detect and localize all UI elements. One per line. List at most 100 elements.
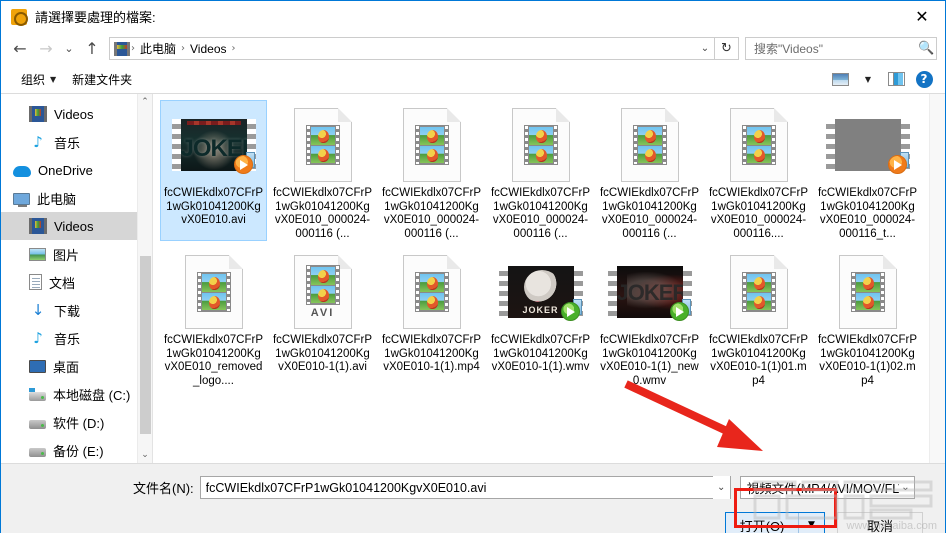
sidebar-item-9[interactable]: 桌面 (1, 352, 152, 380)
file-thumbnail: AVI (275, 250, 371, 334)
video-thumbnail (498, 266, 583, 321)
file-type-filter[interactable]: 視頻文件(MP4/AVI/MOV/FLV, ⌄ (739, 476, 915, 499)
breadcrumb-item-this-pc[interactable]: 此电脑 (136, 40, 180, 57)
file-name-label: fcCWIEkdlx07CFrP1wGk01041200KgvX0E010_00… (599, 187, 700, 240)
open-dropdown-icon[interactable]: ▼ (798, 513, 824, 533)
sidebar-item-8[interactable]: ♪ 音乐 (1, 324, 152, 352)
file-thumbnail (275, 103, 371, 187)
address-bar[interactable]: › 此电脑 › Videos › ⌄ (109, 37, 715, 60)
new-folder-button[interactable]: 新建文件夹 (64, 68, 140, 91)
open-button-label[interactable]: 打开(O) (726, 513, 798, 533)
view-layout-button[interactable] (827, 68, 853, 90)
file-type-filter-value: 視頻文件(MP4/AVI/MOV/FLV, (746, 482, 900, 496)
desktop-icon (29, 359, 46, 373)
file-thumbnail (166, 103, 262, 187)
sidebar-item-12[interactable]: 备份 (E:) (1, 436, 152, 463)
file-name-label: fcCWIEkdlx07CFrP1wGk01041200KgvX0E010_00… (490, 187, 591, 240)
search-icon[interactable]: 🔍 (918, 41, 934, 56)
generic-file-icon (184, 255, 243, 329)
file-item[interactable]: fcCWIEkdlx07CFrP1wGk01041200KgvX0E010_00… (814, 100, 921, 241)
up-icon[interactable]: ↑ (79, 36, 105, 62)
file-item[interactable]: fcCWIEkdlx07CFrP1wGk01041200KgvX0E010-1(… (378, 247, 485, 388)
close-button[interactable]: ✕ (899, 2, 945, 32)
downloads-icon: ↓ (31, 301, 45, 319)
file-item[interactable]: fcCWIEkdlx07CFrP1wGk01041200KgvX0E010-1(… (596, 247, 703, 388)
file-item[interactable]: fcCWIEkdlx07CFrP1wGk01041200KgvX0E010_re… (160, 247, 267, 388)
file-item[interactable]: fcCWIEkdlx07CFrP1wGk01041200KgvX0E010_00… (378, 100, 485, 241)
search-box[interactable]: 🔍 (745, 37, 937, 60)
filmstrip-icon (305, 125, 340, 165)
chevron-down-icon: ▼ (864, 74, 872, 84)
file-item[interactable]: fcCWIEkdlx07CFrP1wGk01041200KgvX0E010_00… (705, 100, 812, 241)
file-name-label: fcCWIEkdlx07CFrP1wGk01041200KgvX0E010_00… (272, 187, 373, 240)
button-row: 打开(O) ▼ 取消 (1, 499, 945, 533)
file-open-dialog: 請選擇要處理的檔案: ✕ ← → ⌄ ↑ › 此电脑 › Videos › ⌄ … (0, 0, 946, 533)
file-list-scrollbar[interactable] (929, 94, 945, 463)
breadcrumb-item-videos[interactable]: Videos (186, 42, 230, 56)
file-thumbnail (602, 103, 698, 187)
filename-input[interactable] (199, 476, 731, 499)
file-item[interactable]: fcCWIEkdlx07CFrP1wGk01041200KgvX0E010_00… (269, 100, 376, 241)
file-thumbnail (602, 250, 698, 334)
videos-folder-icon (114, 41, 130, 56)
open-button[interactable]: 打开(O) ▼ (725, 512, 825, 533)
sidebar-item-3[interactable]: 此电脑 (1, 184, 152, 212)
file-name-label: fcCWIEkdlx07CFrP1wGk01041200KgvX0E010-1(… (708, 334, 809, 387)
sidebar-item-11[interactable]: 软件 (D:) (1, 408, 152, 436)
video-library-icon (29, 218, 47, 234)
organize-button[interactable]: 组织 ▼ (13, 68, 64, 91)
play-badge-icon (232, 152, 255, 176)
cancel-button[interactable]: 取消 (837, 512, 923, 533)
file-name-label: fcCWIEkdlx07CFrP1wGk01041200KgvX0E010_re… (163, 334, 264, 387)
sidebar-item-1[interactable]: ♪ 音乐 (1, 128, 152, 156)
preview-pane-icon (887, 72, 905, 86)
file-item[interactable]: fcCWIEkdlx07CFrP1wGk01041200KgvX0E010-1(… (487, 247, 594, 388)
sidebar-item-5[interactable]: 图片 (1, 240, 152, 268)
filmstrip-icon (523, 125, 558, 165)
forward-icon[interactable]: → (33, 36, 59, 62)
file-item[interactable]: fcCWIEkdlx07CFrP1wGk01041200KgvX0E010-1(… (814, 247, 921, 388)
file-thumbnail (711, 250, 807, 334)
sidebar-item-7[interactable]: ↓ 下载 (1, 296, 152, 324)
filmstrip-icon (305, 265, 340, 305)
search-input[interactable] (754, 41, 918, 56)
filename-dropdown-icon[interactable]: ⌄ (712, 476, 730, 499)
sidebar-item-label: 音乐 (54, 331, 81, 347)
refresh-icon[interactable]: ↻ (715, 37, 739, 60)
scroll-up-icon[interactable]: ⌃ (138, 94, 152, 110)
sidebar-item-label: 桌面 (53, 359, 80, 375)
sidebar-item-0[interactable]: Videos (1, 100, 152, 128)
documents-icon (29, 274, 42, 290)
pictures-icon (29, 247, 46, 261)
dialog-body: Videos ♪ 音乐 OneDrive 此电脑 Videos 图片 文档 ↓ 下载 ♪ 音乐 桌面 本地… (1, 94, 945, 463)
sidebar-item-label: 本地磁盘 (C:) (53, 387, 131, 403)
filmstrip-icon (741, 272, 776, 312)
view-dropdown-button[interactable]: ▼ (855, 68, 881, 90)
video-library-icon (29, 106, 47, 122)
filmstrip-icon (414, 272, 449, 312)
music-note-icon: ♪ (33, 329, 43, 347)
file-list-pane: fcCWIEkdlx07CFrP1wGk01041200KgvX0E010.av… (153, 94, 945, 463)
sidebar-item-label: 文档 (49, 275, 76, 291)
file-item[interactable]: AVI fcCWIEkdlx07CFrP1wGk01041200KgvX0E010… (269, 247, 376, 388)
sidebar-item-4[interactable]: Videos (1, 212, 152, 240)
file-item[interactable]: fcCWIEkdlx07CFrP1wGk01041200KgvX0E010_00… (487, 100, 594, 241)
sidebar-scrollbar[interactable]: ⌃ ⌄ (137, 94, 152, 463)
back-icon[interactable]: ← (7, 36, 33, 62)
help-button[interactable]: ? (911, 68, 937, 90)
sidebar-item-6[interactable]: 文档 (1, 268, 152, 296)
file-item[interactable]: fcCWIEkdlx07CFrP1wGk01041200KgvX0E010_00… (596, 100, 703, 241)
sidebar-item-label: 此电脑 (37, 191, 77, 207)
file-name-label: fcCWIEkdlx07CFrP1wGk01041200KgvX0E010-1(… (381, 334, 482, 373)
scroll-down-icon[interactable]: ⌄ (138, 447, 152, 463)
file-item[interactable]: fcCWIEkdlx07CFrP1wGk01041200KgvX0E010.av… (160, 100, 267, 241)
chevron-down-icon[interactable]: ⌄ (696, 43, 714, 54)
sidebar-scroll-thumb[interactable] (140, 256, 151, 434)
sidebar-item-10[interactable]: 本地磁盘 (C:) (1, 380, 152, 408)
file-item[interactable]: fcCWIEkdlx07CFrP1wGk01041200KgvX0E010-1(… (705, 247, 812, 388)
recent-locations-icon[interactable]: ⌄ (59, 36, 79, 62)
sidebar-item-2[interactable]: OneDrive (1, 156, 152, 184)
preview-pane-button[interactable] (883, 68, 909, 90)
file-name-label: fcCWIEkdlx07CFrP1wGk01041200KgvX0E010-1(… (599, 334, 700, 387)
sidebar-item-label: 软件 (D:) (53, 415, 105, 431)
